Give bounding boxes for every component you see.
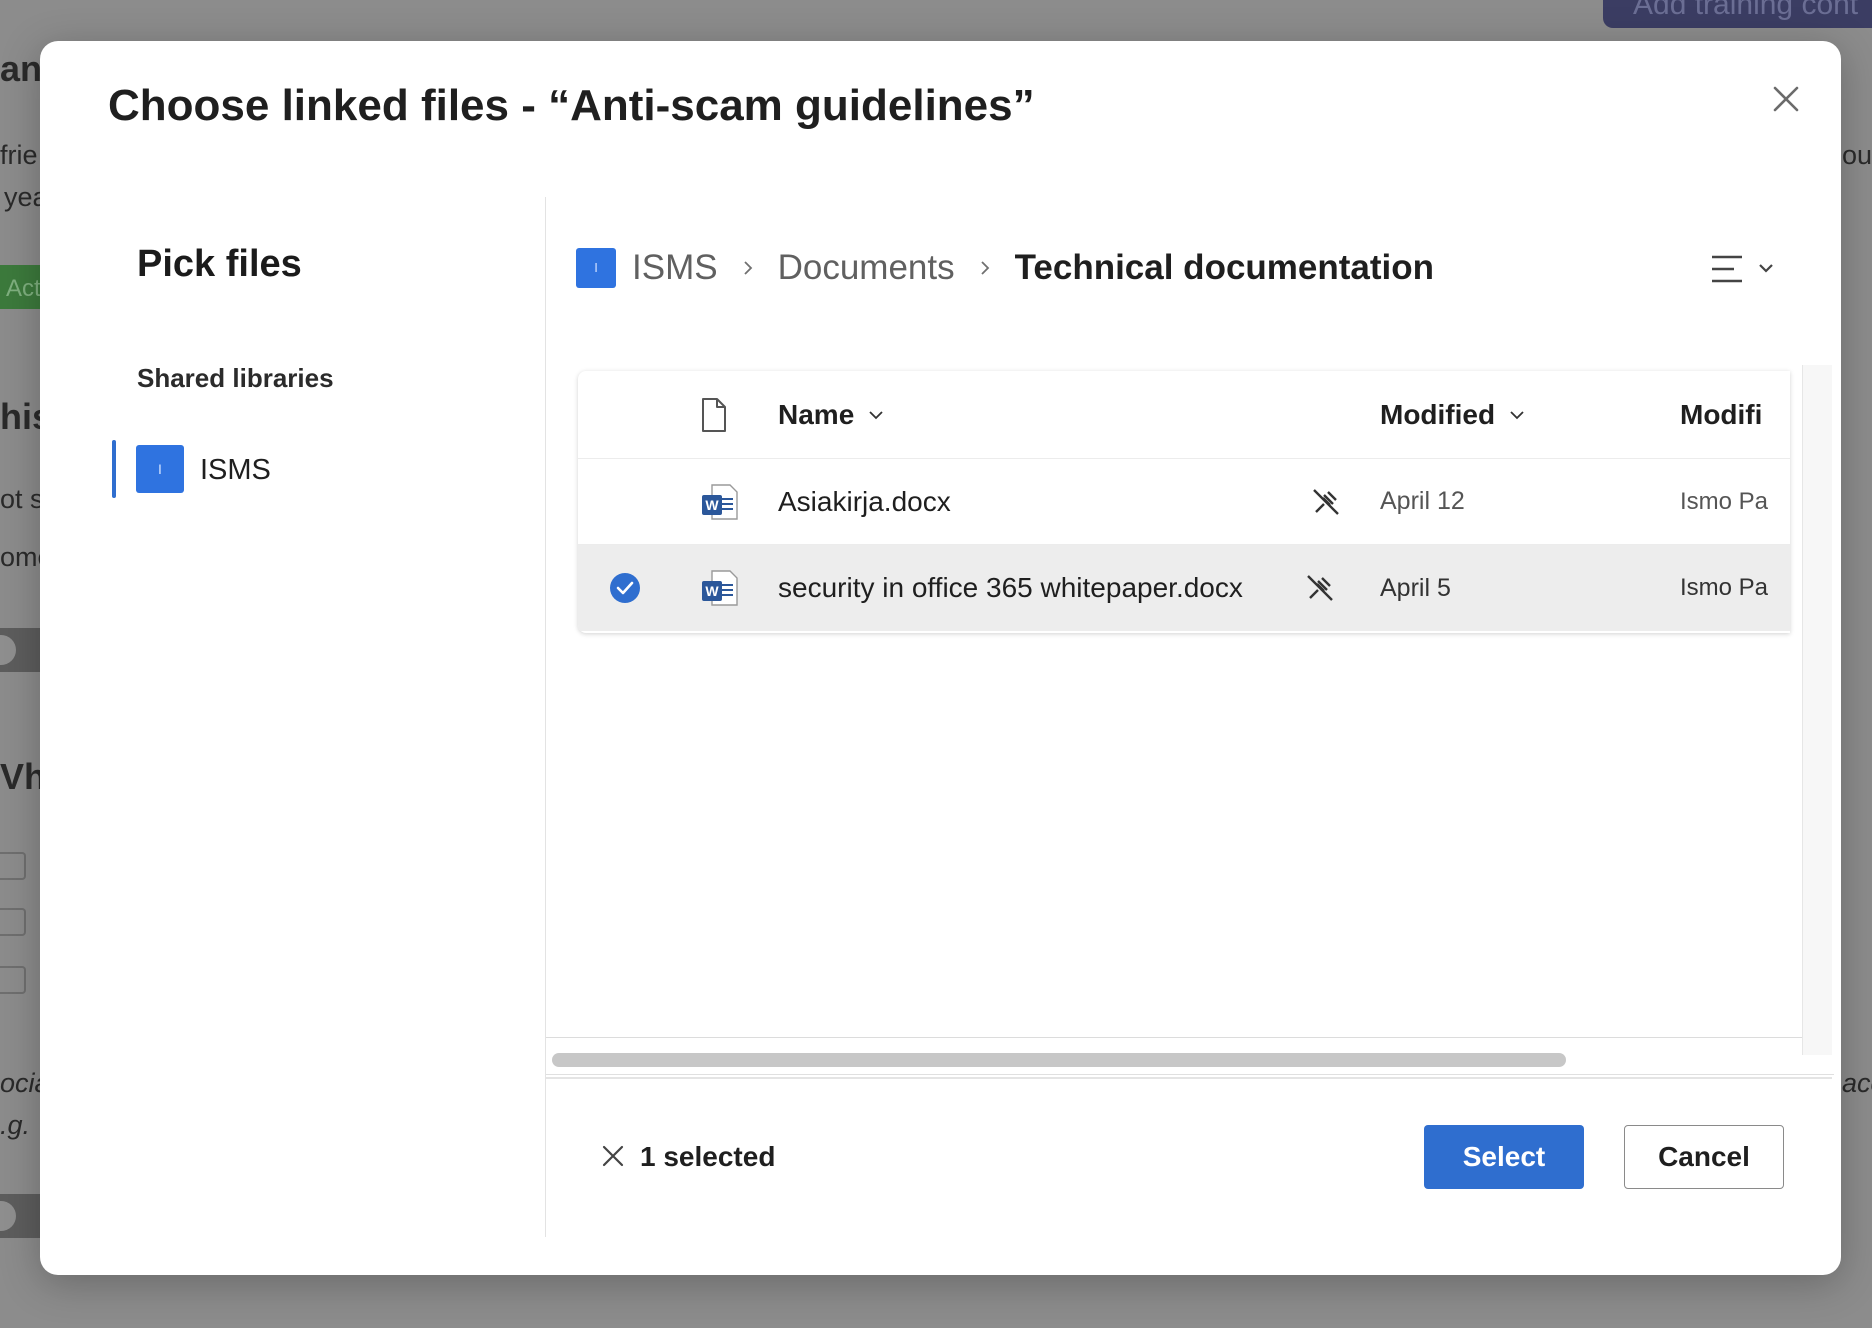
selected-count: 1 selected bbox=[640, 1141, 776, 1172]
library-nav-pane: Pick files Shared libraries I ISMS bbox=[108, 197, 546, 1237]
bg-status-badge: Act bbox=[0, 265, 42, 309]
file-name: Asiakirja.docx bbox=[778, 485, 951, 517]
file-list: Name Modified Modifi W Asiakirja.docx Ap… bbox=[546, 365, 1834, 1075]
modified-by-column-header[interactable]: Modifi bbox=[1680, 371, 1790, 458]
modified-column-header[interactable]: Modified bbox=[1380, 371, 1525, 458]
table-row[interactable]: W security in office 365 whitepaper.docx… bbox=[578, 545, 1790, 631]
file-browser-pane: I ISMS Documents Technical documentation bbox=[546, 197, 1834, 1237]
add-training-content-button: Add training cont bbox=[1603, 0, 1872, 28]
not-shared-icon bbox=[1304, 545, 1340, 631]
bg-text-fragment: oup bbox=[1842, 140, 1872, 170]
close-icon bbox=[1773, 86, 1799, 112]
horizontal-scrollbar[interactable] bbox=[546, 1047, 1802, 1067]
grid-bottom-border bbox=[546, 1037, 1802, 1038]
close-icon bbox=[602, 1145, 624, 1167]
file-type-column-header[interactable] bbox=[700, 371, 740, 458]
not-shared-icon bbox=[1310, 459, 1346, 544]
close-dialog-button[interactable] bbox=[1764, 77, 1808, 121]
row-select-checkbox[interactable] bbox=[608, 545, 648, 631]
table-header: Name Modified Modifi bbox=[578, 371, 1790, 459]
modified-date: April 5 bbox=[1380, 573, 1451, 602]
bg-toggle bbox=[0, 628, 44, 672]
file-picker-dialog: Choose linked files - “Anti-scam guideli… bbox=[40, 41, 1841, 1275]
bg-text-fragment: acc bbox=[1842, 1068, 1872, 1098]
grid-scroll-edge bbox=[1802, 365, 1832, 1055]
checkmark-circle-icon bbox=[610, 573, 640, 603]
modified-column-label: Modified bbox=[1380, 398, 1496, 430]
svg-text:W: W bbox=[705, 497, 719, 513]
table-row[interactable]: W Asiakirja.docx April 12 Ismo Pa bbox=[578, 459, 1790, 545]
bg-heading-fragment: an bbox=[0, 48, 43, 89]
select-button[interactable]: Select bbox=[1424, 1125, 1584, 1189]
name-column-label: Name bbox=[778, 398, 855, 430]
modified-by: Ismo Pa bbox=[1680, 487, 1769, 515]
bg-checkbox bbox=[0, 908, 26, 936]
chevron-right-icon bbox=[980, 261, 989, 275]
scrollbar-thumb[interactable] bbox=[552, 1053, 1566, 1067]
active-indicator bbox=[112, 440, 116, 498]
breadcrumb-documents[interactable]: Documents bbox=[778, 248, 955, 288]
pick-files-heading: Pick files bbox=[137, 243, 302, 285]
footer-divider bbox=[546, 1077, 1832, 1079]
bg-text-fragment: frie bbox=[0, 140, 38, 170]
bg-text-fragment: .g. bbox=[0, 1110, 31, 1140]
modified-by-column-label: Modifi bbox=[1680, 398, 1763, 430]
library-item-label: ISMS bbox=[200, 454, 271, 486]
file-name: security in office 365 whitepaper.docx bbox=[778, 572, 1243, 603]
name-column-header[interactable]: Name bbox=[778, 371, 884, 458]
word-doc-icon: W bbox=[700, 459, 740, 544]
bg-toggle bbox=[0, 1194, 44, 1238]
bg-text-fragment: ot s bbox=[0, 484, 44, 514]
chevron-down-icon bbox=[1510, 410, 1524, 419]
clear-selection-button[interactable] bbox=[598, 1141, 628, 1171]
breadcrumb-isms[interactable]: ISMS bbox=[632, 248, 718, 288]
shared-libraries-label: Shared libraries bbox=[137, 363, 334, 393]
chevron-right-icon bbox=[743, 261, 752, 275]
modified-date: April 12 bbox=[1380, 487, 1465, 515]
word-doc-icon: W bbox=[700, 545, 740, 631]
modified-by: Ismo Pa bbox=[1680, 574, 1769, 601]
breadcrumb: I ISMS Documents Technical documentation bbox=[576, 243, 1434, 293]
view-options-button[interactable] bbox=[1706, 249, 1778, 289]
dialog-title: Choose linked files - “Anti-scam guideli… bbox=[108, 81, 1035, 130]
cancel-button[interactable]: Cancel bbox=[1624, 1125, 1784, 1189]
chevron-down-icon bbox=[1759, 264, 1773, 273]
library-item-isms[interactable]: I ISMS bbox=[112, 440, 512, 498]
list-view-icon bbox=[1712, 255, 1773, 283]
breadcrumb-technical-documentation: Technical documentation bbox=[1014, 248, 1435, 287]
library-icon: I bbox=[136, 445, 184, 493]
svg-text:W: W bbox=[705, 583, 719, 599]
bg-checkbox bbox=[0, 852, 26, 880]
file-icon bbox=[702, 397, 726, 432]
chevron-down-icon bbox=[869, 410, 883, 419]
file-table: Name Modified Modifi W Asiakirja.docx Ap… bbox=[578, 371, 1790, 633]
bg-checkbox bbox=[0, 966, 26, 994]
library-icon: I bbox=[576, 248, 616, 288]
